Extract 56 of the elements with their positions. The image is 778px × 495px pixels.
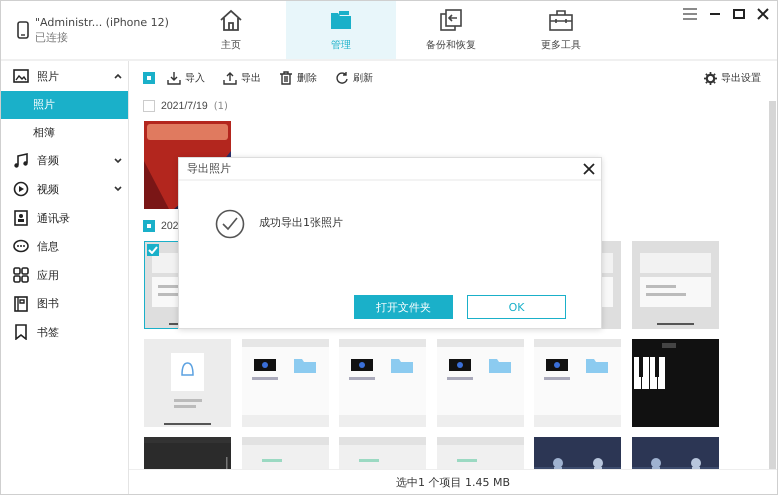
group-date: 2021/7/19 [161,100,208,112]
photo-checkbox[interactable] [147,244,159,256]
close-icon[interactable] [583,162,595,174]
refresh-icon [335,71,349,85]
refresh-button[interactable]: 刷新 [329,69,379,87]
group-date: 202 [161,220,179,232]
toolbox-icon [548,8,574,30]
sidebar-item[interactable]: 视频 [1,175,128,204]
close-icon[interactable] [757,8,769,20]
select-all-checkbox[interactable] [143,72,155,84]
sidebar-item[interactable]: 通讯录 [1,204,128,232]
folder-icon [329,8,353,30]
export-settings-button[interactable]: 导出设置 [698,69,767,87]
music-icon [13,152,29,169]
settings-icon [704,72,717,84]
sidebar-subitem[interactable]: 相簿 [1,118,128,147]
maximize-icon[interactable] [733,8,745,20]
nav-tab[interactable]: 更多工具 [506,1,616,59]
contact-icon [13,210,29,226]
dialog-title: 导出照片 [187,161,231,176]
book-icon [13,296,29,312]
sidebar-item[interactable]: 音频 [1,146,128,176]
caret-icon [114,73,122,80]
nav-tab[interactable]: 备份和恢复 [396,1,506,59]
caret-icon [114,158,122,164]
export-button[interactable]: 导出 [217,69,267,87]
phone-icon [17,21,29,39]
sidebar-item[interactable]: 照片 [1,62,128,91]
group-count: (1) [214,100,228,112]
apps-icon [13,267,29,284]
trash-icon [279,71,293,85]
bookmark-icon [13,324,29,340]
caret-icon [114,186,122,192]
import-button[interactable]: 导入 [161,69,211,87]
sidebar-item[interactable]: 书签 [1,318,128,347]
delete-button[interactable]: 删除 [273,69,323,87]
home-icon [219,8,243,30]
dialog-message: 成功导出1张照片 [259,215,343,230]
photo-icon [13,68,29,84]
download-icon [167,71,181,85]
status-text: 选中1 个项目 1.45 MB [396,474,510,490]
sidebar-item[interactable]: 信息 [1,232,128,261]
nav-tab[interactable]: 主页 [176,1,286,59]
check-circle-icon [215,209,245,239]
sidebar-item[interactable]: 应用 [1,260,128,290]
menu-icon[interactable] [683,8,697,20]
sidebar-item[interactable]: 图书 [1,290,128,318]
device-status: 已连接 [35,30,69,44]
device-name: "Administr... (iPhone 12) [35,16,169,28]
group-checkbox[interactable] [143,100,155,112]
group-checkbox[interactable] [143,220,155,232]
scrollbar[interactable] [769,101,776,469]
swap-icon [439,8,463,30]
video-icon [13,181,29,198]
message-icon [13,238,29,255]
upload-icon [223,71,237,85]
